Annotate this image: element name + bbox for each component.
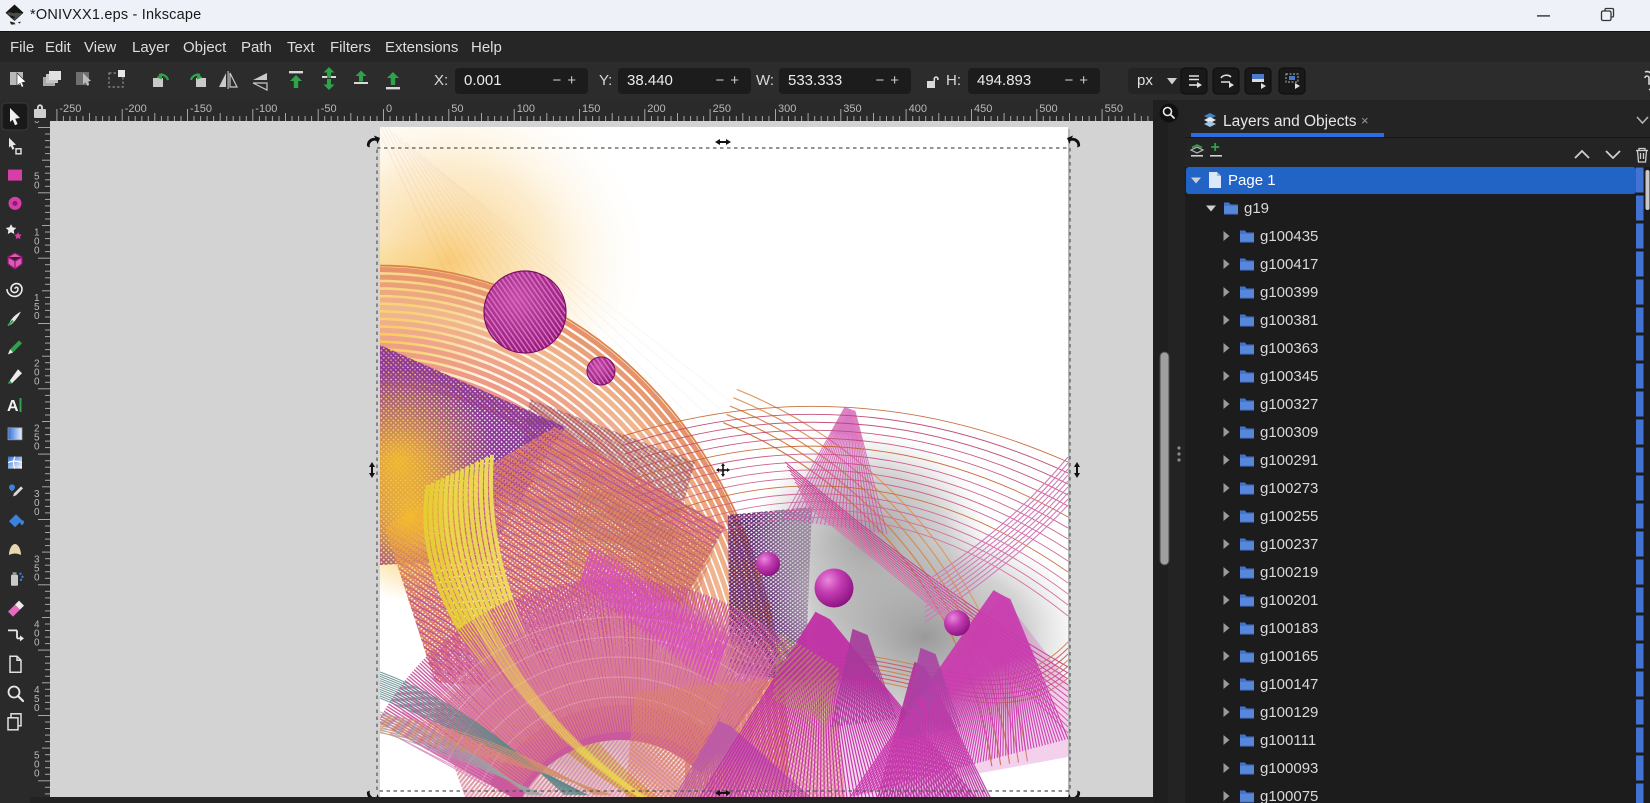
svg-text:500: 500: [1039, 103, 1057, 115]
svg-text:50: 50: [451, 103, 463, 115]
svg-text:g100237: g100237: [1260, 536, 1318, 553]
svg-text:A: A: [7, 398, 19, 415]
svg-text:g100363: g100363: [1260, 340, 1318, 357]
svg-text:500: 500: [34, 750, 40, 779]
svg-text:100: 100: [34, 228, 40, 257]
svg-text:g100399: g100399: [1260, 284, 1318, 301]
svg-text:g100165: g100165: [1260, 648, 1318, 665]
svg-text:g19: g19: [1244, 200, 1269, 217]
svg-text:g100273: g100273: [1260, 480, 1318, 497]
svg-text:g100255: g100255: [1260, 508, 1318, 525]
svg-text:g100201: g100201: [1260, 592, 1318, 609]
svg-text:-250: -250: [59, 103, 81, 115]
svg-text:g100309: g100309: [1260, 424, 1318, 441]
svg-text:400: 400: [909, 103, 927, 115]
svg-text:550: 550: [1105, 103, 1123, 115]
svg-text:150: 150: [34, 293, 40, 322]
svg-text:g100381: g100381: [1260, 312, 1318, 329]
svg-text:400: 400: [34, 620, 40, 649]
svg-text:×: ×: [1361, 113, 1369, 128]
svg-text:450: 450: [974, 103, 992, 115]
svg-text:350: 350: [34, 554, 40, 583]
svg-text:450: 450: [34, 685, 40, 714]
svg-text:50: 50: [34, 171, 40, 191]
svg-text:-150: -150: [190, 103, 212, 115]
svg-text:350: 350: [843, 103, 861, 115]
svg-text:250: 250: [713, 103, 731, 115]
svg-text:g100345: g100345: [1260, 368, 1318, 385]
svg-text:Layers and Objects: Layers and Objects: [1223, 113, 1357, 130]
svg-text:Page 1: Page 1: [1228, 172, 1276, 189]
svg-text:g100417: g100417: [1260, 256, 1318, 273]
svg-text:150: 150: [582, 103, 600, 115]
svg-text:g100291: g100291: [1260, 452, 1318, 469]
svg-text:300: 300: [34, 489, 40, 518]
svg-text:g100435: g100435: [1260, 228, 1318, 245]
svg-text:g100129: g100129: [1260, 704, 1318, 721]
svg-text:-200: -200: [125, 103, 147, 115]
svg-text:-100: -100: [255, 103, 277, 115]
svg-text:g100147: g100147: [1260, 676, 1318, 693]
svg-text:g100327: g100327: [1260, 396, 1318, 413]
svg-text:250: 250: [34, 424, 40, 453]
svg-text:g100075: g100075: [1260, 788, 1318, 803]
svg-text:0: 0: [34, 121, 40, 126]
svg-text:200: 200: [647, 103, 665, 115]
svg-text:0: 0: [386, 103, 392, 115]
svg-text:g100111: g100111: [1260, 732, 1316, 749]
svg-text:300: 300: [778, 103, 796, 115]
svg-text:100: 100: [517, 103, 535, 115]
svg-text:g100219: g100219: [1260, 564, 1318, 581]
svg-text:g100093: g100093: [1260, 760, 1318, 777]
svg-text:-50: -50: [321, 103, 337, 115]
svg-text:200: 200: [34, 358, 40, 387]
svg-text:g100183: g100183: [1260, 620, 1318, 637]
